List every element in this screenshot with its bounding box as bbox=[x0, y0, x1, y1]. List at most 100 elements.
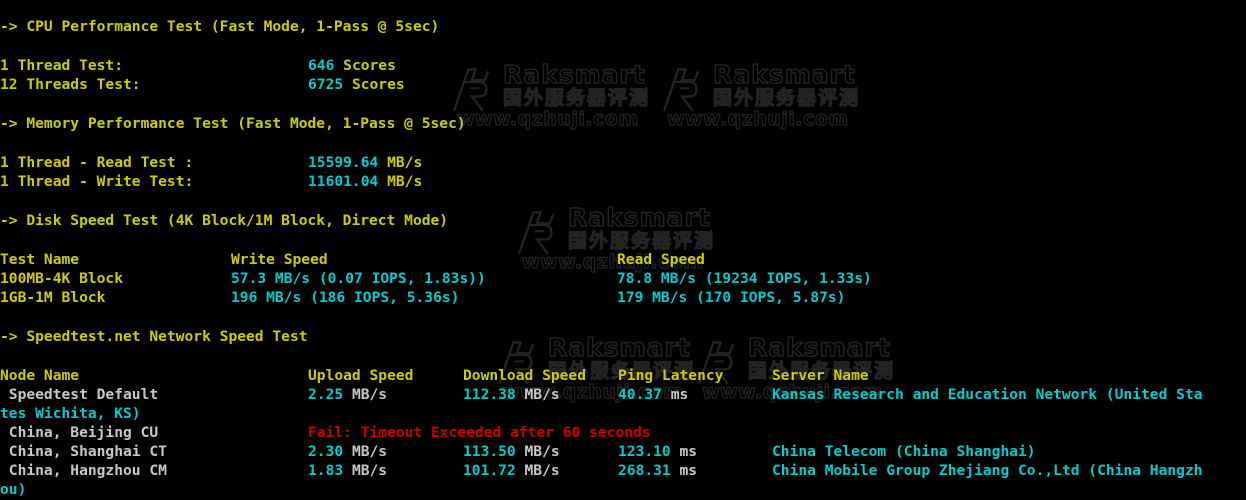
speedtest-row-4-ping-unit: ms bbox=[679, 462, 698, 479]
cpu-row-2-value-group: 6725 Scores bbox=[308, 75, 405, 94]
speedtest-row-ping: 123.10 ms bbox=[618, 442, 697, 461]
speedtest-header-server: Server Name bbox=[772, 366, 869, 385]
speedtest-row-1-ping-unit: ms bbox=[670, 386, 689, 403]
cpu-row-2-value: 6725 bbox=[308, 76, 344, 93]
speedtest-row-upload: 2.30 MB/s bbox=[308, 442, 387, 461]
memory-section-heading: -> Memory Performance Test (Fast Mode, 1… bbox=[0, 114, 466, 133]
speedtest-row-1-download-value: 112.38 bbox=[463, 386, 516, 403]
disk-row-name: 100MB-4K Block bbox=[0, 269, 123, 288]
speedtest-heading-text: -> Speedtest.net Network Speed Test bbox=[0, 328, 308, 345]
speedtest-row-server: Kansas Research and Education Network (U… bbox=[772, 385, 1203, 404]
memory-row-1-unit-sep bbox=[378, 154, 387, 171]
speedtest-row-1-upload-value: 2.25 bbox=[308, 386, 344, 403]
disk-row-2-read: 179 MB/s (170 IOPS, 5.87s) bbox=[617, 289, 846, 306]
speedtest-row-3-ping-value: 123.10 bbox=[618, 443, 671, 460]
disk-row-read: 78.8 MB/s (19234 IOPS, 1.33s) bbox=[617, 269, 872, 288]
memory-row-write: 1 Thread - Write Test: bbox=[0, 172, 193, 191]
speedtest-row-4-download-unit: MB/s bbox=[524, 462, 560, 479]
terminal-window: Raksmart 国外服务器评测 www.qzhuji.com Raksmart… bbox=[0, 0, 1246, 500]
speedtest-row-2-node: China, Beijing CU bbox=[0, 424, 159, 441]
memory-row-1-value-group: 15599.64 MB/s bbox=[308, 153, 422, 172]
disk-row-name: 1GB-1M Block bbox=[0, 288, 105, 307]
disk-header-read-speed: Read Speed bbox=[617, 250, 705, 269]
speedtest-row-server: China Telecom (China Shanghai) bbox=[772, 442, 1036, 461]
speedtest-row-node: Speedtest Default bbox=[0, 385, 158, 404]
memory-row-2-unit: MB/s bbox=[387, 173, 423, 190]
speedtest-row-server-wrap: tes Wichita, KS) bbox=[0, 404, 141, 423]
cpu-row-2-label: 12 Threads Test: bbox=[0, 76, 141, 93]
speedtest-row-4-download-sep bbox=[516, 462, 525, 479]
speedtest-row-node: China, Hangzhou CM bbox=[0, 461, 167, 480]
speedtest-row-4-ping-value: 268.31 bbox=[618, 462, 671, 479]
speedtest-header-server-text: Server Name bbox=[772, 367, 869, 384]
cpu-row-12-threads: 12 Threads Test: bbox=[0, 75, 141, 94]
disk-header-test-name: Test Name bbox=[0, 250, 79, 269]
speedtest-row-1-server: Kansas Research and Education Network (U… bbox=[772, 386, 1203, 403]
memory-row-1-value: 15599.64 bbox=[308, 154, 379, 171]
speedtest-header-ping: Ping Latency bbox=[618, 366, 723, 385]
speedtest-row-3-download-unit: MB/s bbox=[524, 443, 560, 460]
speedtest-row-4-upload-sep bbox=[343, 462, 352, 479]
cpu-row-1-unit-sep bbox=[334, 57, 343, 74]
memory-row-read: 1 Thread - Read Test : bbox=[0, 153, 193, 172]
speedtest-row-3-download-sep bbox=[516, 443, 525, 460]
speedtest-row-3-server: China Telecom (China Shanghai) bbox=[772, 443, 1036, 460]
cpu-row-1-unit: Scores bbox=[343, 57, 396, 74]
speedtest-row-3-ping-sep bbox=[671, 443, 680, 460]
speedtest-header-node-name: Node Name bbox=[0, 366, 79, 385]
speedtest-row-1-upload-unit: MB/s bbox=[351, 386, 388, 403]
disk-row-1-name: 100MB-4K Block bbox=[0, 270, 124, 287]
speedtest-row-node: China, Beijing CU bbox=[0, 423, 158, 442]
speedtest-row-1-ping-sep bbox=[662, 386, 671, 403]
speedtest-row-upload: 2.25 MB/s bbox=[308, 385, 387, 404]
disk-row-2-name: 1GB-1M Block bbox=[0, 289, 106, 306]
speedtest-row-ping: 268.31 ms bbox=[618, 461, 697, 480]
speedtest-row-1-download-sep bbox=[516, 386, 525, 403]
speedtest-row-download: 112.38 MB/s bbox=[463, 385, 560, 404]
memory-row-2-value-group: 11601.04 MB/s bbox=[308, 172, 422, 191]
disk-heading-text: -> Disk Speed Test (4K Block/1M Block, D… bbox=[0, 212, 449, 229]
speedtest-row-node: China, Shanghai CT bbox=[0, 442, 167, 461]
speedtest-header-ping-text: Ping Latency bbox=[618, 367, 724, 384]
disk-header-read-speed-text: Read Speed bbox=[617, 251, 705, 268]
speedtest-row-3-upload-sep bbox=[343, 443, 352, 460]
cpu-section-heading: -> CPU Performance Test (Fast Mode, 1-Pa… bbox=[0, 17, 439, 36]
speedtest-row-upload: 1.83 MB/s bbox=[308, 461, 387, 480]
terminal-output: -> CPU Performance Test (Fast Mode, 1-Pa… bbox=[0, 0, 1246, 500]
speedtest-row-3-upload-value: 2.30 bbox=[308, 443, 344, 460]
speedtest-row-4-upload-value: 1.83 bbox=[308, 462, 344, 479]
speedtest-section-heading: -> Speedtest.net Network Speed Test bbox=[0, 327, 308, 346]
speedtest-row-error: Fail: Timeout Exceeded after 60 seconds bbox=[308, 423, 651, 442]
disk-section-heading: -> Disk Speed Test (4K Block/1M Block, D… bbox=[0, 211, 448, 230]
speedtest-row-4-server-wrap: ou) bbox=[0, 481, 27, 498]
memory-row-2-unit-sep bbox=[378, 173, 387, 190]
speedtest-row-4-ping-sep bbox=[671, 462, 680, 479]
disk-header-write-speed: Write Speed bbox=[231, 250, 328, 269]
speedtest-row-server-wrap: ou) bbox=[0, 480, 26, 499]
speedtest-row-3-upload-unit: MB/s bbox=[351, 443, 388, 460]
cpu-heading-text: -> CPU Performance Test (Fast Mode, 1-Pa… bbox=[0, 18, 440, 35]
speedtest-header-upload-text: Upload Speed bbox=[308, 367, 414, 384]
speedtest-header-upload: Upload Speed bbox=[308, 366, 413, 385]
memory-row-2-label: 1 Thread - Write Test: bbox=[0, 173, 194, 190]
cpu-row-1-label: 1 Thread Test: bbox=[0, 57, 124, 74]
speedtest-row-1-node: Speedtest Default bbox=[0, 386, 159, 403]
memory-row-1-label: 1 Thread - Read Test : bbox=[0, 154, 194, 171]
speedtest-row-3-download-value: 113.50 bbox=[463, 443, 516, 460]
disk-header-test-name-text: Test Name bbox=[0, 251, 80, 268]
speedtest-row-1-download-unit: MB/s bbox=[524, 386, 560, 403]
speedtest-row-3-ping-unit: ms bbox=[679, 443, 698, 460]
disk-row-write: 196 MB/s (186 IOPS, 5.36s) bbox=[231, 288, 459, 307]
speedtest-row-3-node: China, Shanghai CT bbox=[0, 443, 167, 460]
speedtest-row-4-server: China Mobile Group Zhejiang Co.,Ltd (Chi… bbox=[772, 462, 1203, 479]
cpu-row-2-unit-sep bbox=[343, 76, 352, 93]
speedtest-row-4-upload-unit: MB/s bbox=[351, 462, 388, 479]
speedtest-header-download: Download Speed bbox=[463, 366, 586, 385]
speedtest-row-2-error: Fail: Timeout Exceeded after 60 seconds bbox=[308, 424, 651, 441]
speedtest-row-1-server-wrap: tes Wichita, KS) bbox=[0, 405, 141, 422]
cpu-row-1-thread: 1 Thread Test: bbox=[0, 56, 123, 75]
memory-heading-text: -> Memory Performance Test (Fast Mode, 1… bbox=[0, 115, 466, 132]
speedtest-row-1-upload-sep bbox=[343, 386, 352, 403]
memory-row-1-unit: MB/s bbox=[387, 154, 423, 171]
memory-row-2-value: 11601.04 bbox=[308, 173, 379, 190]
